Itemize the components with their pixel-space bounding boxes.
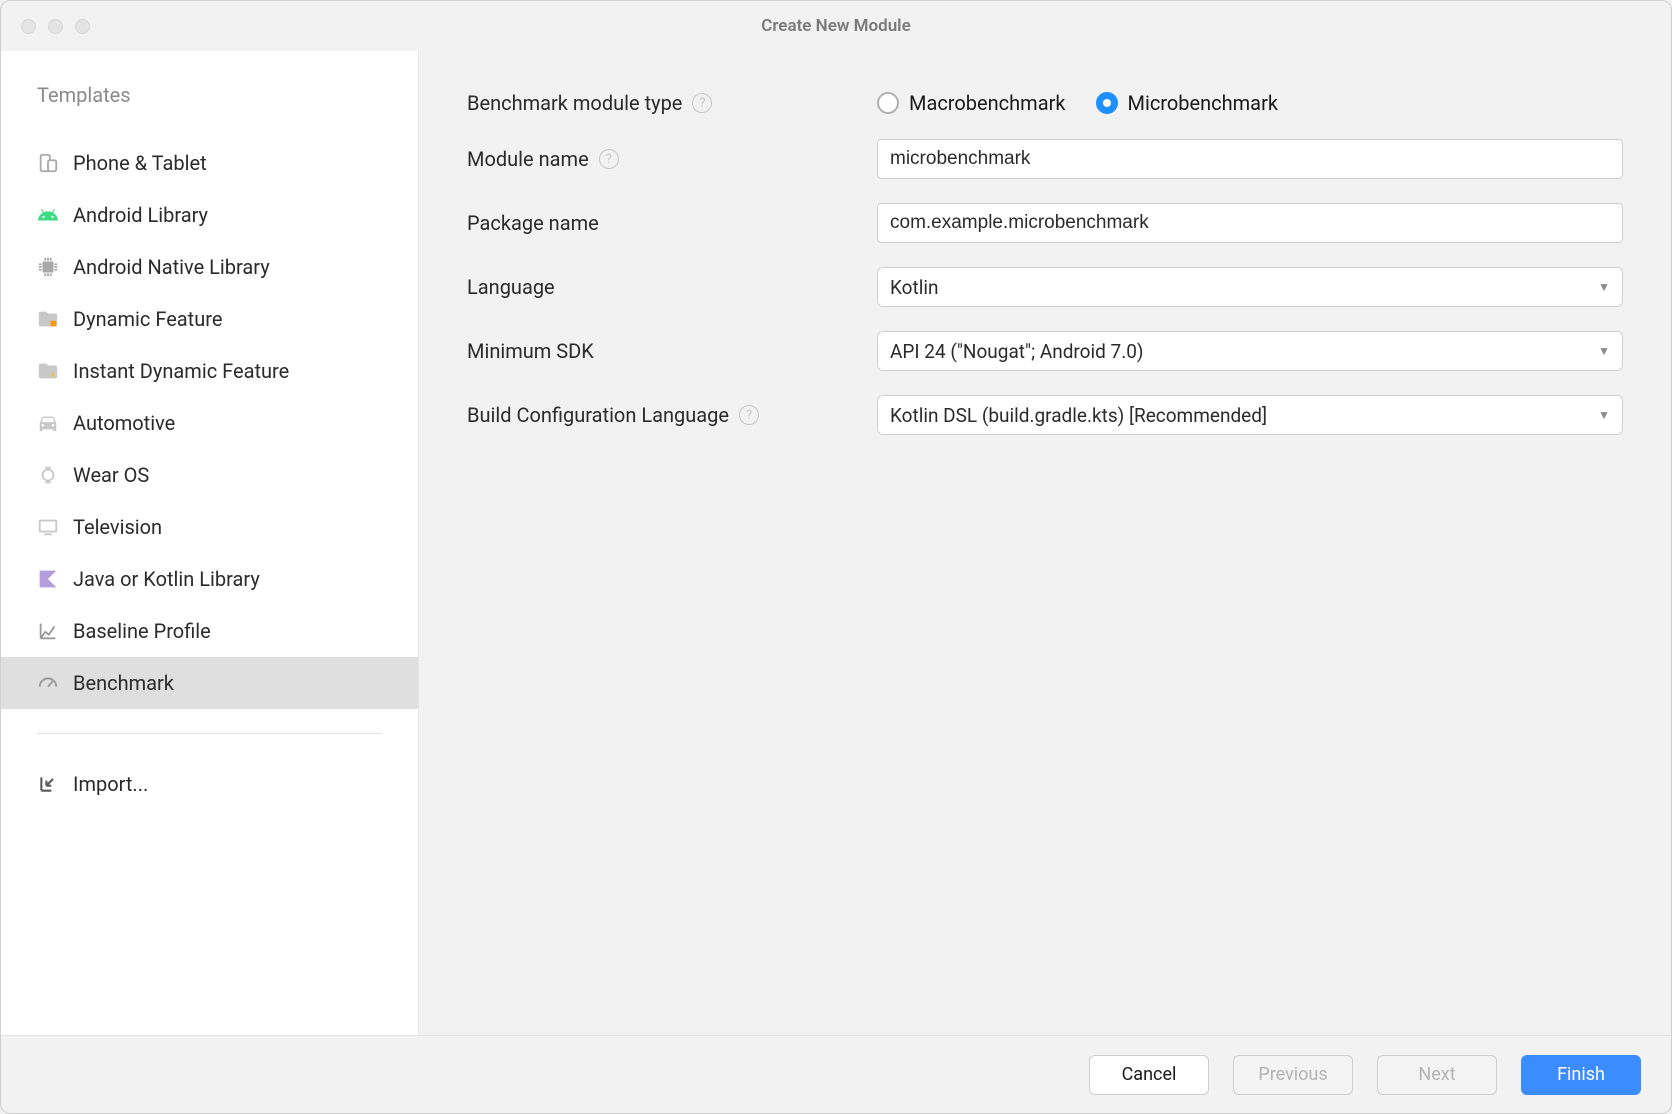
dialog-body: Templates Phone & Tablet Android Library… xyxy=(1,51,1671,1035)
sidebar-item-label: Instant Dynamic Feature xyxy=(73,359,289,383)
sidebar-item-instant-dynamic-feature[interactable]: Instant Dynamic Feature xyxy=(1,345,418,397)
help-icon[interactable]: ? xyxy=(739,405,759,425)
sidebar-item-label: Television xyxy=(73,515,162,539)
row-min-sdk: Minimum SDK API 24 ("Nougat"; Android 7.… xyxy=(467,331,1623,371)
sidebar-item-baseline-profile[interactable]: Baseline Profile xyxy=(1,605,418,657)
row-build-config: Build Configuration Language ? Kotlin DS… xyxy=(467,395,1623,435)
sidebar-item-android-library[interactable]: Android Library xyxy=(1,189,418,241)
close-window-icon[interactable] xyxy=(21,19,36,34)
radio-label: Microbenchmark xyxy=(1128,91,1278,115)
tv-icon xyxy=(37,516,59,538)
gauge-icon xyxy=(37,672,59,694)
watch-icon xyxy=(37,464,59,486)
sidebar-item-import[interactable]: Import... xyxy=(1,758,418,810)
chevron-down-icon: ▼ xyxy=(1598,408,1610,422)
sidebar-item-automotive[interactable]: Automotive xyxy=(1,397,418,449)
sidebar-item-wear-os[interactable]: Wear OS xyxy=(1,449,418,501)
build-config-select[interactable]: Kotlin DSL (build.gradle.kts) [Recommend… xyxy=(877,395,1623,435)
sidebar-item-label: Automotive xyxy=(73,411,175,435)
sidebar-item-label: Phone & Tablet xyxy=(73,151,207,175)
sidebar-item-label: Android Native Library xyxy=(73,255,270,279)
select-value: API 24 ("Nougat"; Android 7.0) xyxy=(890,340,1144,363)
sidebar-item-label: Dynamic Feature xyxy=(73,307,222,331)
chevron-down-icon: ▼ xyxy=(1598,280,1610,294)
label-language: Language xyxy=(467,275,555,299)
row-module-name: Module name ? xyxy=(467,139,1623,179)
select-value: Kotlin DSL (build.gradle.kts) [Recommend… xyxy=(890,404,1267,427)
package-name-input[interactable] xyxy=(877,203,1623,243)
finish-button[interactable]: Finish xyxy=(1521,1055,1641,1095)
window-controls xyxy=(1,19,90,34)
sidebar-item-label: Baseline Profile xyxy=(73,619,211,643)
chart-icon xyxy=(37,620,59,642)
import-icon xyxy=(37,773,59,795)
kotlin-icon xyxy=(37,568,59,590)
sidebar-item-label: Android Library xyxy=(73,203,208,227)
sidebar-item-dynamic-feature[interactable]: Dynamic Feature xyxy=(1,293,418,345)
minimize-window-icon[interactable] xyxy=(48,19,63,34)
sidebar-item-label: Wear OS xyxy=(73,463,149,487)
dialog-window: Create New Module Templates Phone & Tabl… xyxy=(0,0,1672,1114)
sidebar-item-label: Java or Kotlin Library xyxy=(73,567,260,591)
radio-macrobenchmark[interactable]: Macrobenchmark xyxy=(877,91,1066,115)
sidebar-item-label: Import... xyxy=(73,772,148,796)
folder-bolt-icon xyxy=(37,360,59,382)
module-name-input[interactable] xyxy=(877,139,1623,179)
label-benchmark-type: Benchmark module type xyxy=(467,91,682,115)
row-benchmark-type: Benchmark module type ? Macrobenchmark M… xyxy=(467,91,1623,115)
label-package-name: Package name xyxy=(467,211,599,235)
label-module-name: Module name xyxy=(467,147,589,171)
sidebar-separator xyxy=(37,733,382,734)
sidebar-item-java-kotlin-library[interactable]: Java or Kotlin Library xyxy=(1,553,418,605)
car-icon xyxy=(37,412,59,434)
sidebar-heading: Templates xyxy=(1,83,418,137)
select-value: Kotlin xyxy=(890,276,938,299)
row-package-name: Package name xyxy=(467,203,1623,243)
language-select[interactable]: Kotlin ▼ xyxy=(877,267,1623,307)
folder-dot-icon xyxy=(37,308,59,330)
zoom-window-icon[interactable] xyxy=(75,19,90,34)
help-icon[interactable]: ? xyxy=(599,149,619,169)
android-icon xyxy=(37,204,59,226)
dialog-footer: Cancel Previous Next Finish xyxy=(1,1035,1671,1113)
radio-microbenchmark[interactable]: Microbenchmark xyxy=(1096,91,1278,115)
next-button[interactable]: Next xyxy=(1377,1055,1497,1095)
chevron-down-icon: ▼ xyxy=(1598,344,1610,358)
native-lib-icon xyxy=(37,256,59,278)
phone-tablet-icon xyxy=(37,152,59,174)
sidebar-item-phone-tablet[interactable]: Phone & Tablet xyxy=(1,137,418,189)
radio-label: Macrobenchmark xyxy=(909,91,1066,115)
sidebar-item-android-native-library[interactable]: Android Native Library xyxy=(1,241,418,293)
titlebar: Create New Module xyxy=(1,1,1671,51)
window-title: Create New Module xyxy=(1,16,1671,36)
sidebar-item-television[interactable]: Television xyxy=(1,501,418,553)
label-build-config: Build Configuration Language xyxy=(467,403,729,427)
sidebar-item-label: Benchmark xyxy=(73,671,174,695)
cancel-button[interactable]: Cancel xyxy=(1089,1055,1209,1095)
templates-sidebar: Templates Phone & Tablet Android Library… xyxy=(1,51,419,1035)
sidebar-item-benchmark[interactable]: Benchmark xyxy=(1,657,418,709)
row-language: Language Kotlin ▼ xyxy=(467,267,1623,307)
previous-button[interactable]: Previous xyxy=(1233,1055,1353,1095)
min-sdk-select[interactable]: API 24 ("Nougat"; Android 7.0) ▼ xyxy=(877,331,1623,371)
help-icon[interactable]: ? xyxy=(692,93,712,113)
form-panel: Benchmark module type ? Macrobenchmark M… xyxy=(419,51,1671,1035)
label-min-sdk: Minimum SDK xyxy=(467,339,594,363)
